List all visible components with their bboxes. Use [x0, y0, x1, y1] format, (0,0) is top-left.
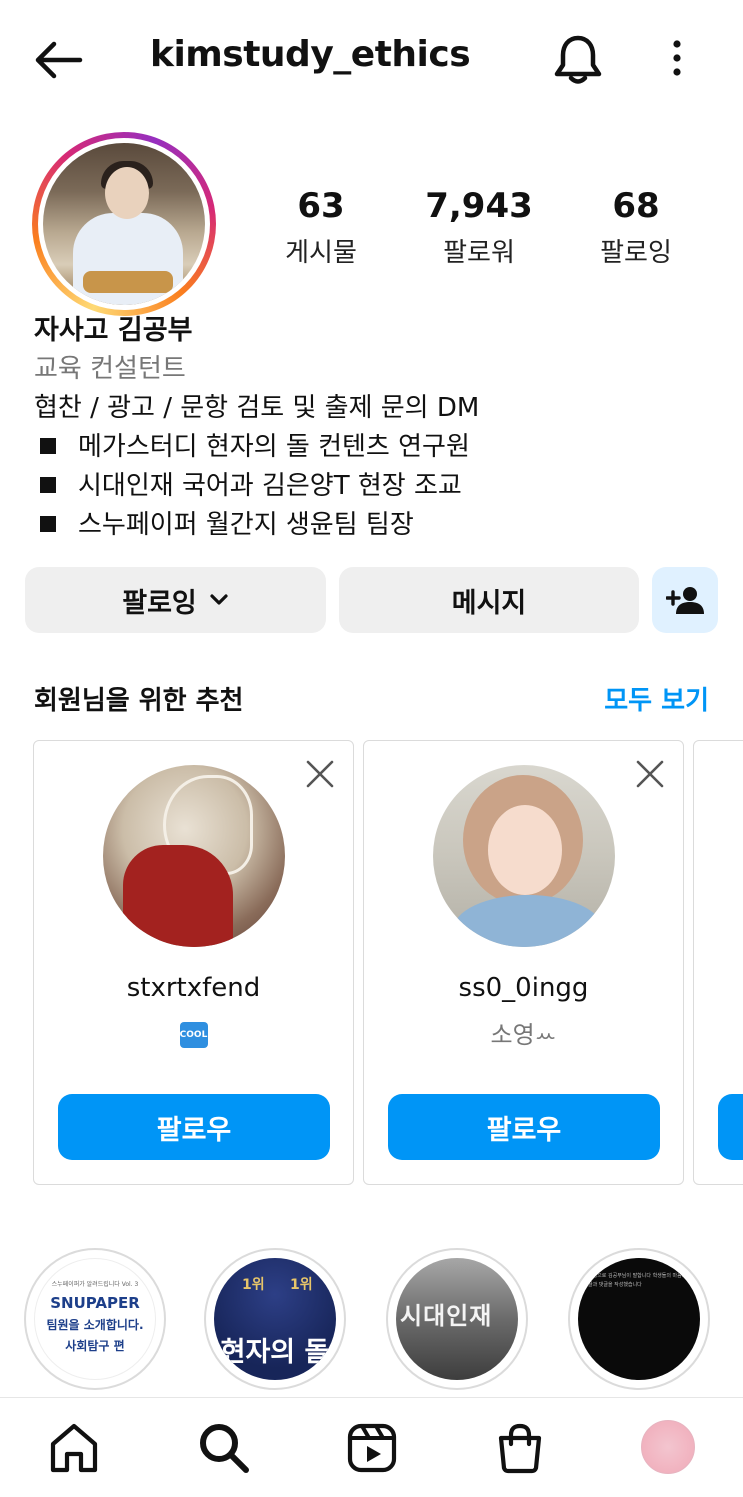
highlight-cover: 1위 1위 현자의 돌 — [214, 1258, 336, 1380]
highlight-brand: SNUPAPER — [50, 1294, 140, 1312]
suggestions-title: 회원님을 위한 추천 — [34, 686, 244, 716]
follow-button[interactable]: 팔로우 — [58, 1094, 330, 1160]
profile-avatar[interactable] — [32, 132, 216, 316]
bio-bullet-line: 스누페이퍼 월간지 생윤팀 팀장 — [34, 506, 724, 545]
message-button-label: 메시지 — [451, 587, 527, 619]
highlight-cover: 학생으로 김공부님이 말합니다 학생들의 마음으로 글과 댓글을 작성했습니다 — [578, 1258, 700, 1380]
highlight-sign: 시대인재 — [400, 1302, 493, 1330]
highlight-text: 팀원을 소개합니다. — [46, 1318, 144, 1332]
highlight-text: 사회탐구 편 — [65, 1339, 125, 1353]
follow-button[interactable]: 팔로우 — [388, 1094, 660, 1160]
highlight-cover: 시대인재 — [396, 1258, 518, 1380]
nav-search[interactable] — [196, 1420, 252, 1476]
suggestion-card[interactable]: stxrtxfend COOL 팔로우 — [33, 740, 354, 1185]
highlight-rank: 1위 — [242, 1277, 265, 1293]
chevron-down-icon — [210, 594, 228, 605]
message-button[interactable]: 메시지 — [339, 567, 639, 633]
highlight-title: 현자의 돌 — [220, 1337, 330, 1368]
avatar — [641, 1420, 695, 1474]
search-icon — [200, 1424, 249, 1473]
nav-profile[interactable] — [641, 1420, 697, 1476]
reels-icon — [347, 1423, 397, 1473]
stat-following[interactable]: 68 팔로잉 — [566, 186, 706, 269]
nav-shop[interactable] — [492, 1420, 548, 1476]
bell-icon — [554, 35, 602, 84]
square-bullet-icon — [40, 516, 56, 532]
highlight-tiny-text: 스누페이퍼가 알려드립니다 Vol. 3 — [51, 1281, 139, 1288]
story-highlight[interactable]: 스누페이퍼가 알려드립니다 Vol. 3 SNUPAPER 팀원을 소개합니다.… — [24, 1248, 166, 1390]
suggestion-avatar[interactable] — [103, 765, 285, 947]
home-icon — [50, 1423, 98, 1473]
profile-bio: 자사고 김공부 교육 컨설턴트 협찬 / 광고 / 문항 검토 및 출제 문의 … — [34, 312, 724, 545]
suggestion-username[interactable]: stxrtxfend — [34, 973, 353, 1003]
arrow-left-icon — [35, 41, 83, 79]
close-icon[interactable] — [635, 759, 665, 789]
story-highlight[interactable]: 1위 1위 현자의 돌 — [204, 1248, 346, 1390]
bio-bullet-line: 시대인재 국어과 김은양T 현장 조교 — [34, 467, 724, 506]
back-button[interactable] — [30, 36, 84, 84]
more-options-button[interactable] — [660, 38, 694, 82]
cool-emoji-icon: COOL — [179, 1022, 208, 1048]
shopping-bag-icon — [498, 1423, 542, 1474]
bio-bullet-text: 스누페이퍼 월간지 생윤팀 팀장 — [78, 510, 414, 540]
story-highlight[interactable]: 학생으로 김공부님이 말합니다 학생들의 마음으로 글과 댓글을 작성했습니다 — [568, 1248, 710, 1390]
stat-followers-label: 팔로워 — [443, 238, 515, 268]
stat-following-label: 팔로잉 — [600, 238, 672, 268]
suggestion-card[interactable]: ss0_0ingg 소영ꕀ 팔로우 — [363, 740, 684, 1185]
more-vertical-icon — [673, 40, 681, 76]
suggestion-subtitle: 소영ꕀ — [490, 1021, 557, 1049]
stat-following-value: 68 — [612, 186, 660, 226]
follow-button[interactable] — [718, 1094, 743, 1160]
add-user-button[interactable] — [652, 567, 718, 633]
bio-bullet-line: 메가스터디 현자의 돌 컨텐츠 연구원 — [34, 428, 724, 467]
bio-bullet-text: 시대인재 국어과 김은양T 현장 조교 — [78, 471, 462, 501]
profile-header: kimstudy_ethics — [0, 0, 743, 118]
see-all-link[interactable]: 모두 보기 — [604, 680, 709, 717]
following-button-label: 팔로잉 — [122, 587, 197, 619]
stat-posts[interactable]: 63 게시물 — [251, 186, 391, 269]
highlight-rank: 1위 — [290, 1277, 313, 1293]
square-bullet-icon — [40, 438, 56, 454]
nav-home[interactable] — [46, 1420, 102, 1476]
suggestion-avatar[interactable] — [433, 765, 615, 947]
suggestion-subtitle: COOL — [34, 1015, 353, 1048]
stat-posts-label: 게시물 — [285, 238, 357, 268]
stat-followers-value: 7,943 — [425, 186, 533, 226]
page-title: kimstudy_ethics — [150, 34, 471, 75]
bio-line: 협찬 / 광고 / 문항 검토 및 출제 문의 DM — [34, 393, 480, 423]
suggestion-card-partial[interactable] — [693, 740, 743, 1185]
square-bullet-icon — [40, 477, 56, 493]
notification-button[interactable] — [552, 32, 604, 86]
avatar-photo — [43, 143, 205, 305]
following-button[interactable]: 팔로잉 — [25, 567, 326, 633]
person-add-icon — [666, 587, 704, 614]
bottom-navigation — [0, 1397, 743, 1497]
nav-reels[interactable] — [344, 1420, 400, 1476]
story-highlight[interactable]: 시대인재 — [386, 1248, 528, 1390]
highlight-text: 학생으로 김공부님이 말합니다 학생들의 마음으로 글과 댓글을 작성했습니다 — [588, 1273, 691, 1288]
profile-category: 교육 컨설턴트 — [34, 354, 186, 384]
profile-name: 자사고 김공부 — [34, 315, 193, 346]
stat-posts-value: 63 — [297, 186, 345, 226]
stat-followers[interactable]: 7,943 팔로워 — [409, 186, 549, 269]
suggestion-username[interactable]: ss0_0ingg — [364, 973, 683, 1003]
bio-bullet-text: 메가스터디 현자의 돌 컨텐츠 연구원 — [78, 432, 470, 462]
highlight-cover: 스누페이퍼가 알려드립니다 Vol. 3 SNUPAPER 팀원을 소개합니다.… — [34, 1258, 156, 1380]
close-icon[interactable] — [305, 759, 335, 789]
